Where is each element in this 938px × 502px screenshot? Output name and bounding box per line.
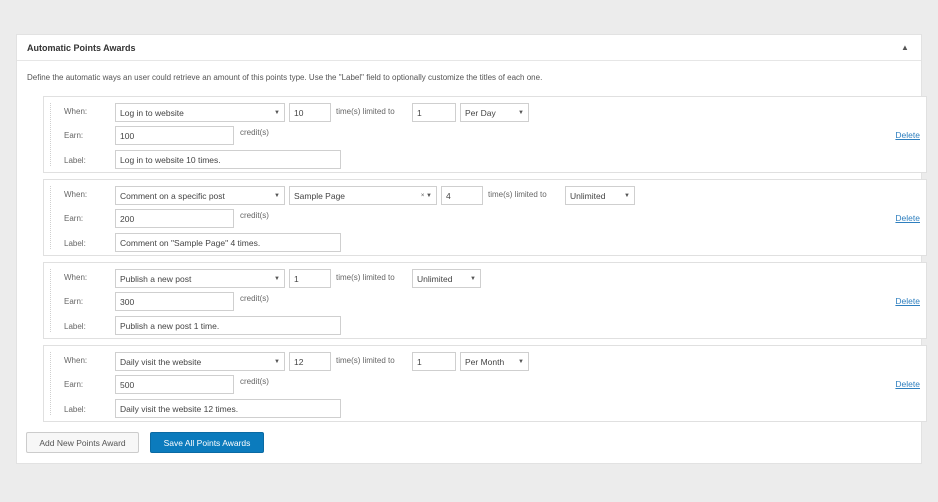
label-label: Label: [64,405,86,414]
chevron-down-icon: ▼ [624,192,630,199]
earn-input[interactable]: 300 [115,292,234,311]
earn-input[interactable]: 500 [115,375,234,394]
times-input[interactable]: 10 [289,103,331,122]
period-select[interactable]: Unlimited ▼ [412,269,481,288]
period-select[interactable]: Unlimited ▼ [565,186,635,205]
period-value: Per Month [465,356,505,367]
credits-text: credit(s) [240,294,269,303]
delete-link[interactable]: Delete [895,379,920,389]
period-select[interactable]: Per Day ▼ [460,103,529,122]
when-select[interactable]: Comment on a specific post ▼ [115,186,285,205]
earn-value: 500 [120,379,135,390]
label-value: Comment on "Sample Page" 4 times. [120,237,261,248]
earn-label: Earn: [64,214,84,223]
earn-label: Earn: [64,131,84,140]
label-label: Label: [64,239,86,248]
when-value: Publish a new post [120,273,192,284]
delete-link[interactable]: Delete [895,213,920,223]
limit-input[interactable]: 1 [412,352,456,371]
times-limited-text: time(s) limited to [488,190,547,199]
times-limited-text: time(s) limited to [336,273,395,282]
label-input[interactable]: Daily visit the website 12 times. [115,399,341,418]
times-value: 12 [294,356,304,367]
limit-value: 1 [417,107,422,118]
label-value: Publish a new post 1 time. [120,320,220,331]
credits-text: credit(s) [240,128,269,137]
when-label: When: [64,273,88,282]
when-select[interactable]: Publish a new post ▼ [115,269,285,288]
earn-label: Earn: [64,297,84,306]
label-input[interactable]: Publish a new post 1 time. [115,316,341,335]
label-label: Label: [64,156,86,165]
save-all-points-awards-button[interactable]: Save All Points Awards [150,432,264,453]
when-value: Log in to website [120,107,184,118]
period-value: Per Day [465,107,496,118]
earn-value: 200 [120,213,135,224]
award-item: When: Log in to website ▼ 10 time(s) limi… [43,96,927,173]
times-input[interactable]: 12 [289,352,331,371]
label-input[interactable]: Comment on "Sample Page" 4 times. [115,233,341,252]
label-value: Daily visit the website 12 times. [120,403,239,414]
times-input[interactable]: 4 [441,186,483,205]
limit-value: 1 [417,356,422,367]
chevron-down-icon: ▼ [274,358,280,365]
award-item: When: Publish a new post ▼ 1 time(s) limi… [43,262,927,339]
period-value: Unlimited [417,273,453,284]
when-value: Daily visit the website [120,356,202,367]
earn-input[interactable]: 200 [115,209,234,228]
period-select[interactable]: Per Month ▼ [460,352,529,371]
post-select[interactable]: Sample Page × ▼ [289,186,437,205]
award-item: When: Daily visit the website ▼ 12 time(s… [43,345,927,422]
earn-input[interactable]: 100 [115,126,234,145]
times-value: 1 [294,273,299,284]
chevron-down-icon: ▼ [274,192,280,199]
earn-label: Earn: [64,380,84,389]
panel-title: Automatic Points Awards [27,42,136,53]
when-label: When: [64,356,88,365]
post-value: Sample Page [294,190,346,201]
times-value: 10 [294,107,304,118]
limit-input[interactable]: 1 [412,103,456,122]
panel-header: Automatic Points Awards ▲ [17,35,921,61]
chevron-down-icon: ▼ [518,358,524,365]
panel-description: Define the automatic ways an user could … [27,73,543,82]
chevron-down-icon: ▼ [274,275,280,282]
add-new-points-award-button[interactable]: Add New Points Award [26,432,139,453]
delete-link[interactable]: Delete [895,296,920,306]
chevron-down-icon: ▼ [274,109,280,116]
automatic-points-awards-panel: Automatic Points Awards ▲ Define the aut… [16,34,927,464]
times-limited-text: time(s) limited to [336,107,395,116]
when-label: When: [64,190,88,199]
when-value: Comment on a specific post [120,190,225,201]
earn-value: 300 [120,296,135,307]
when-label: When: [64,107,88,116]
times-input[interactable]: 1 [289,269,331,288]
chevron-down-icon: ▼ [518,109,524,116]
delete-link[interactable]: Delete [895,130,920,140]
label-value: Log in to website 10 times. [120,154,221,165]
credits-text: credit(s) [240,377,269,386]
clear-and-chevron-icon: × ▼ [420,192,432,199]
award-item: When: Comment on a specific post ▼ Sample… [43,179,927,256]
label-label: Label: [64,322,86,331]
times-value: 4 [446,190,451,201]
caret-up-icon[interactable]: ▲ [899,43,911,52]
when-select[interactable]: Log in to website ▼ [115,103,285,122]
chevron-down-icon: ▼ [470,275,476,282]
credits-text: credit(s) [240,211,269,220]
period-value: Unlimited [570,190,606,201]
when-select[interactable]: Daily visit the website ▼ [115,352,285,371]
earn-value: 100 [120,130,135,141]
times-limited-text: time(s) limited to [336,356,395,365]
label-input[interactable]: Log in to website 10 times. [115,150,341,169]
